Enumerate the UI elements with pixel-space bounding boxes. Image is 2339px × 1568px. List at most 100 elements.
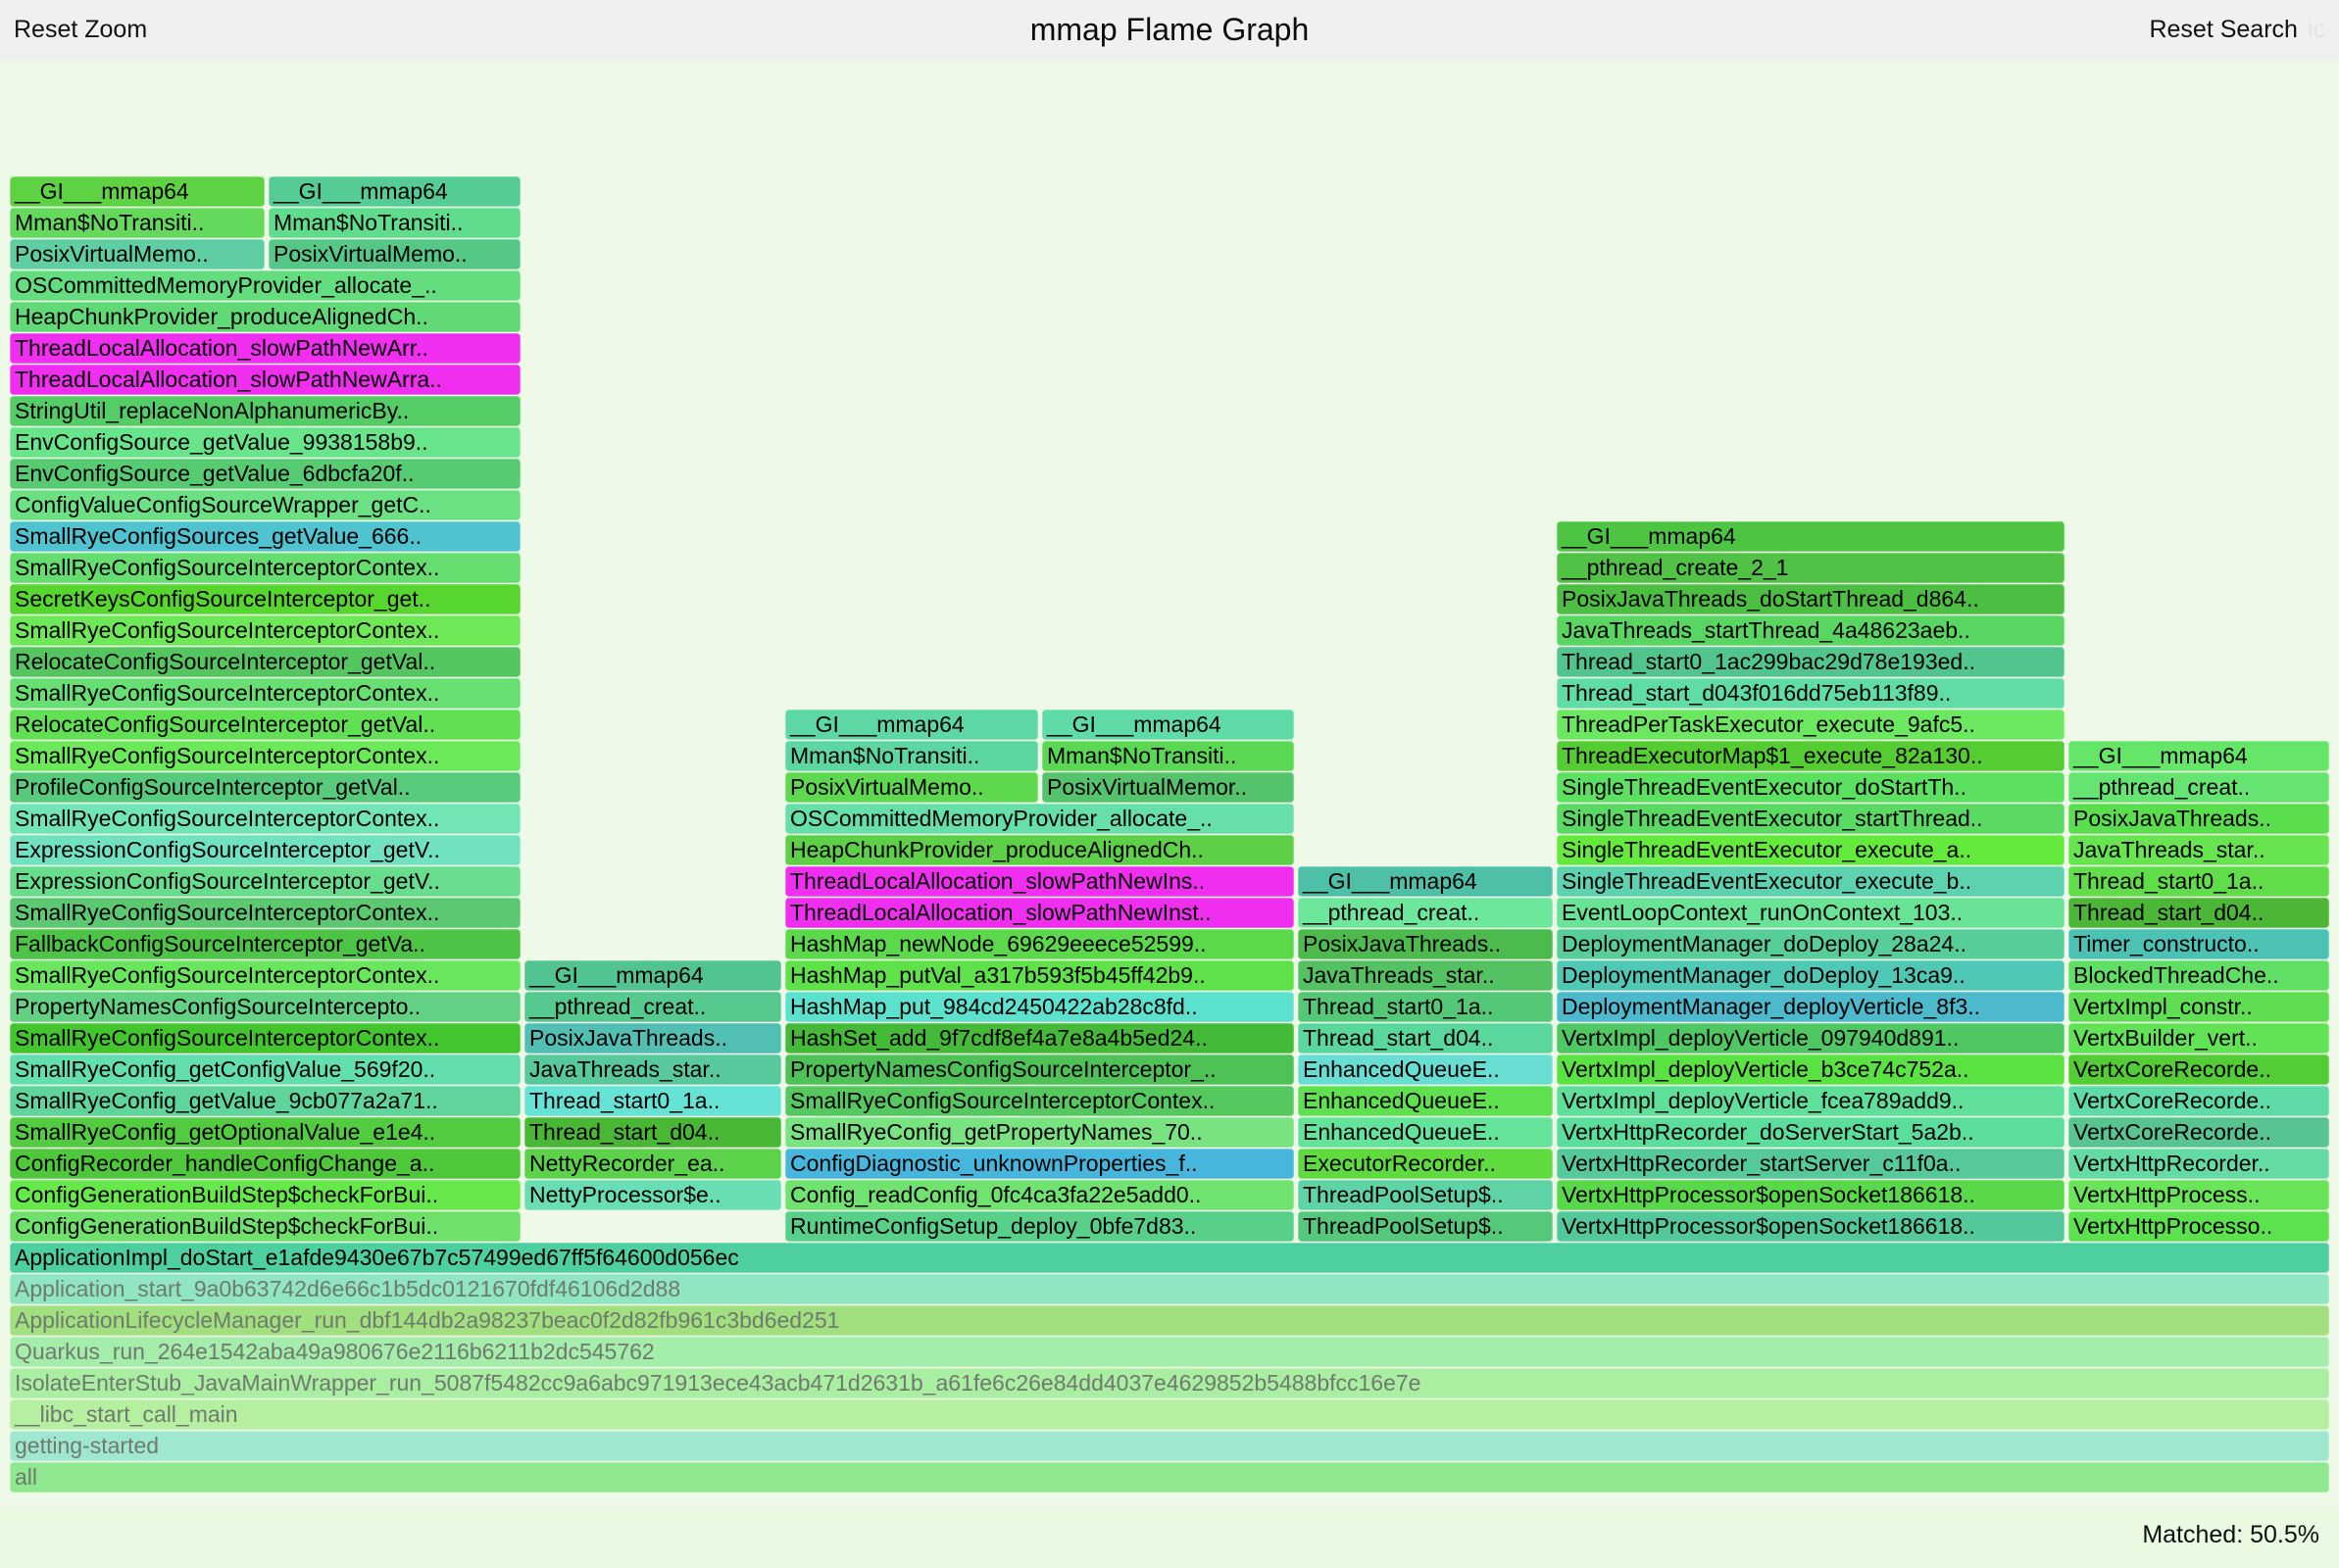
flame-frame[interactable]: SmallRyeConfig_getConfigValue_569f20.. (10, 1054, 521, 1085)
flame-frame[interactable]: PosixJavaThreads.. (1298, 929, 1553, 959)
search-icon[interactable]: ic (2308, 16, 2325, 43)
flame-frame[interactable]: OSCommittedMemoryProvider_allocate_.. (10, 270, 521, 301)
flame-frame[interactable]: ConfigDiagnostic_unknownProperties_f.. (785, 1149, 1294, 1179)
flame-frame[interactable]: VertxBuilder_vert.. (2068, 1023, 2329, 1054)
flame-frame[interactable]: SmallRyeConfigSourceInterceptorContex.. (10, 615, 521, 646)
flame-frame[interactable]: ConfigRecorder_handleConfigChange_a.. (10, 1149, 521, 1179)
flame-frame[interactable]: __libc_start_call_main (10, 1399, 2329, 1430)
flame-frame[interactable]: SmallRyeConfigSourceInterceptorContex.. (10, 1023, 521, 1054)
flame-frame[interactable]: SingleThreadEventExecutor_execute_a.. (1557, 835, 2065, 865)
flame-frame[interactable]: ExecutorRecorder.. (1298, 1149, 1553, 1179)
flame-frame[interactable]: SmallRyeConfig_getValue_9cb077a2a71.. (10, 1086, 521, 1116)
flame-frame[interactable]: FallbackConfigSourceInterceptor_getVa.. (10, 929, 521, 959)
flame-frame[interactable]: Mman$NoTransiti.. (1042, 741, 1294, 771)
flame-frame[interactable]: ExpressionConfigSourceInterceptor_getV.. (10, 866, 521, 897)
flame-frame[interactable]: __GI___mmap64 (524, 960, 781, 991)
flame-frame[interactable]: RelocateConfigSourceInterceptor_getVal.. (10, 647, 521, 677)
flame-frame[interactable]: Config_readConfig_0fc4ca3fa22e5add0.. (785, 1180, 1294, 1210)
flame-frame[interactable]: Thread_start0_1a.. (524, 1086, 781, 1116)
flame-frame[interactable]: PosixVirtualMemor.. (1042, 772, 1294, 803)
flame-frame[interactable]: ConfigGenerationBuildStep$checkForBui.. (10, 1211, 521, 1242)
flame-frame[interactable]: __GI___mmap64 (10, 176, 265, 207)
flame-frame[interactable]: PosixVirtualMemo.. (785, 772, 1038, 803)
flame-frame[interactable]: HashMap_newNode_69629eeece52599.. (785, 929, 1294, 959)
flame-frame[interactable]: SmallRyeConfigSourceInterceptorContex.. (785, 1086, 1294, 1116)
flame-frame[interactable]: Timer_constructo.. (2068, 929, 2329, 959)
flame-frame[interactable]: EnvConfigSource_getValue_9938158b9.. (10, 427, 521, 458)
flame-frame[interactable]: ThreadPerTaskExecutor_execute_9afc5.. (1557, 710, 2065, 740)
flame-frame[interactable]: ThreadLocalAllocation_slowPathNewIns.. (785, 866, 1294, 897)
flame-frame[interactable]: ApplicationLifecycleManager_run_dbf144db… (10, 1305, 2329, 1336)
flame-frame[interactable]: PosixVirtualMemo.. (269, 239, 521, 270)
flame-frame[interactable]: ThreadExecutorMap$1_execute_82a130.. (1557, 741, 2065, 771)
flame-frame[interactable]: JavaThreads_startThread_4a48623aeb.. (1557, 615, 2065, 646)
flame-frame[interactable]: BlockedThreadChe.. (2068, 960, 2329, 991)
flame-frame[interactable]: EnhancedQueueE.. (1298, 1054, 1553, 1085)
flame-frame[interactable]: SmallRyeConfig_getPropertyNames_70.. (785, 1117, 1294, 1148)
flame-frame[interactable]: Thread_start_d04.. (2068, 898, 2329, 928)
flame-frame[interactable]: __pthread_creat.. (2068, 772, 2329, 803)
flame-frame[interactable]: Thread_start_d043f016dd75eb113f89.. (1557, 678, 2065, 709)
flame-frame[interactable]: DeploymentManager_doDeploy_13ca9.. (1557, 960, 2065, 991)
flame-frame[interactable]: PosixJavaThreads.. (2068, 804, 2329, 834)
flame-frame[interactable]: ThreadPoolSetup$.. (1298, 1180, 1553, 1210)
flame-frame[interactable]: Mman$NoTransiti.. (269, 208, 521, 238)
flame-frame[interactable]: getting-started (10, 1431, 2329, 1461)
flame-frame[interactable]: SmallRyeConfigSourceInterceptorContex.. (10, 741, 521, 771)
flame-frame[interactable]: SmallRyeConfigSourceInterceptorContex.. (10, 553, 521, 583)
flame-frame[interactable]: Application_start_9a0b63742d6e66c1b5dc01… (10, 1274, 2329, 1304)
flame-frame[interactable]: HashMap_put_984cd2450422ab28c8fd.. (785, 992, 1294, 1022)
flame-frame[interactable]: __GI___mmap64 (1298, 866, 1553, 897)
flame-frame[interactable]: JavaThreads_star.. (2068, 835, 2329, 865)
flame-frame[interactable]: VertxHttpRecorder_startServer_c11f0a.. (1557, 1149, 2065, 1179)
flame-frame[interactable]: JavaThreads_star.. (1298, 960, 1553, 991)
flame-frame[interactable]: PosixJavaThreads.. (524, 1023, 781, 1054)
flame-frame[interactable]: SmallRyeConfigSourceInterceptorContex.. (10, 678, 521, 709)
flame-frame[interactable]: Thread_start_d04.. (524, 1117, 781, 1148)
flame-frame[interactable]: __pthread_creat.. (1298, 898, 1553, 928)
flame-frame[interactable]: DeploymentManager_doDeploy_28a24.. (1557, 929, 2065, 959)
flamegraph-canvas[interactable]: all getting-started __libc_start_call_main… (0, 61, 2339, 1509)
flame-frame[interactable]: VertxCoreRecorde.. (2068, 1086, 2329, 1116)
flame-frame[interactable]: HeapChunkProvider_produceAlignedCh.. (10, 302, 521, 332)
flame-frame[interactable]: SecretKeysConfigSourceInterceptor_get.. (10, 584, 521, 614)
flame-frame[interactable]: VertxImpl_constr.. (2068, 992, 2329, 1022)
flame-frame[interactable]: Thread_start0_1ac299bac29d78e193ed.. (1557, 647, 2065, 677)
flame-frame[interactable]: PosixJavaThreads_doStartThread_d864.. (1557, 584, 2065, 614)
flame-frame[interactable]: Thread_start_d04.. (1298, 1023, 1553, 1054)
flame-frame[interactable]: HashMap_putVal_a317b593f5b45ff42b9.. (785, 960, 1294, 991)
flame-frame[interactable]: __GI___mmap64 (1042, 710, 1294, 740)
flame-frame[interactable]: __GI___mmap64 (269, 176, 521, 207)
flame-frame[interactable]: SingleThreadEventExecutor_startThread.. (1557, 804, 2065, 834)
flame-frame[interactable]: ThreadLocalAllocation_slowPathNewArr.. (10, 333, 521, 364)
flame-frame[interactable]: Mman$NoTransiti.. (10, 208, 265, 238)
flame-frame[interactable]: EnhancedQueueE.. (1298, 1117, 1553, 1148)
flame-frame[interactable]: __pthread_creat.. (524, 992, 781, 1022)
flame-frame[interactable]: __GI___mmap64 (2068, 741, 2329, 771)
flame-frame[interactable]: HashSet_add_9f7cdf8ef4a7e8a4b5ed24.. (785, 1023, 1294, 1054)
flame-frame[interactable]: NettyRecorder_ea.. (524, 1149, 781, 1179)
flame-frame[interactable]: SmallRyeConfigSourceInterceptorContex.. (10, 960, 521, 991)
flame-frame[interactable]: OSCommittedMemoryProvider_allocate_.. (785, 804, 1294, 834)
flame-frame[interactable]: ConfigGenerationBuildStep$checkForBui.. (10, 1180, 521, 1210)
flame-frame[interactable]: ConfigValueConfigSourceWrapper_getC.. (10, 490, 521, 520)
flame-frame[interactable]: VertxImpl_deployVerticle_097940d891.. (1557, 1023, 2065, 1054)
flame-frame[interactable]: EnvConfigSource_getValue_6dbcfa20f.. (10, 459, 521, 489)
reset-search-button[interactable]: Reset Search (2149, 16, 2297, 43)
flame-frame[interactable]: VertxImpl_deployVerticle_b3ce74c752a.. (1557, 1054, 2065, 1085)
flame-frame[interactable]: VertxCoreRecorde.. (2068, 1054, 2329, 1085)
flame-frame[interactable]: EventLoopContext_runOnContext_103.. (1557, 898, 2065, 928)
flame-frame[interactable]: Mman$NoTransiti.. (785, 741, 1038, 771)
flame-frame[interactable]: VertxImpl_deployVerticle_fcea789add9.. (1557, 1086, 2065, 1116)
flame-frame[interactable]: IsolateEnterStub_JavaMainWrapper_run_508… (10, 1368, 2329, 1398)
flame-frame[interactable]: SingleThreadEventExecutor_doStartTh.. (1557, 772, 2065, 803)
flame-frame[interactable]: HeapChunkProvider_produceAlignedCh.. (785, 835, 1294, 865)
flame-frame[interactable]: SmallRyeConfigSourceInterceptorContex.. (10, 804, 521, 834)
flame-frame[interactable]: EnhancedQueueE.. (1298, 1086, 1553, 1116)
flame-frame[interactable]: DeploymentManager_deployVerticle_8f3.. (1557, 992, 2065, 1022)
flame-frame[interactable]: ApplicationImpl_doStart_e1afde9430e67b7c… (10, 1243, 2329, 1273)
flame-frame[interactable]: VertxHttpProcessor$openSocket186618.. (1557, 1180, 2065, 1210)
flame-frame[interactable]: PropertyNamesConfigSourceIntercepto.. (10, 992, 521, 1022)
flame-frame[interactable]: all (10, 1462, 2329, 1493)
flame-frame[interactable]: SmallRyeConfigSources_getValue_666.. (10, 521, 521, 552)
